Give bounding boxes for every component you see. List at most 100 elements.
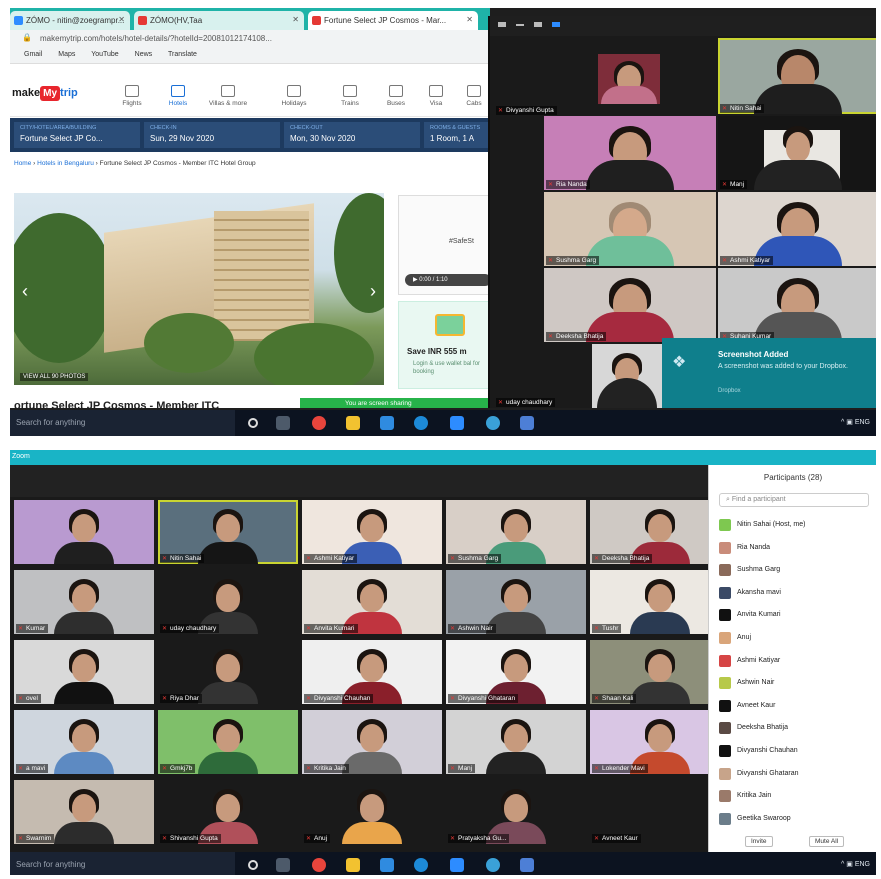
participant-row[interactable]: Avneet Kaur <box>719 698 875 716</box>
city-field[interactable]: CITY/HOTEL/AREA/BUILDING Fortune Select J… <box>14 122 140 148</box>
vscode-icon[interactable] <box>380 416 394 430</box>
edge-icon[interactable] <box>414 416 428 430</box>
breadcrumb-city[interactable]: Hotels in Bengaluru <box>37 160 94 167</box>
app-icon[interactable] <box>520 858 534 872</box>
checkout-field[interactable]: CHECK-OUT Mon, 30 Nov 2020 <box>284 122 420 148</box>
video-tile[interactable]: a mavi <box>14 710 154 774</box>
video-tile[interactable]: ovel <box>14 640 154 704</box>
invite-button[interactable]: Invite <box>745 836 773 847</box>
video-tile-active-speaker[interactable]: Nitin Sahai <box>718 38 876 114</box>
participant-row[interactable]: Ashmi Katiyar <box>719 653 875 671</box>
hotel-video[interactable]: #SafeSt ▶ 0:00 / 1:10 <box>398 195 490 295</box>
nav-hotels[interactable]: Hotels <box>156 85 200 107</box>
video-tile[interactable]: Deeksha Bhatija <box>544 268 716 342</box>
chrome-icon[interactable] <box>312 858 326 872</box>
video-tile[interactable]: Divyanshi Chauhan <box>302 640 442 704</box>
browser-tab-active[interactable]: Fortune Select JP Cosmos - Mar... ✕ <box>308 11 478 30</box>
participant-row[interactable]: Divyanshi Chauhan <box>719 743 875 761</box>
video-tile-active-speaker[interactable]: Nitin Sahai <box>158 500 298 564</box>
find-participant-input[interactable]: ⌕ Find a participant <box>719 493 869 507</box>
checkin-field[interactable]: CHECK-IN Sun, 29 Nov 2020 <box>144 122 280 148</box>
video-tile[interactable]: Ashmi Katiyar <box>718 192 876 266</box>
video-tile[interactable]: Kumar <box>14 570 154 634</box>
rooms-field[interactable]: ROOMS & GUESTS 1 Room, 1 A <box>424 122 490 148</box>
bookmark-youtube[interactable]: YouTube <box>91 51 119 58</box>
task-view-icon[interactable] <box>276 416 290 430</box>
language-indicator[interactable]: ENG <box>855 419 870 426</box>
video-tile[interactable]: Sushma Garg <box>544 192 716 266</box>
participant-row[interactable]: Akansha mavi <box>719 585 875 603</box>
video-tile[interactable]: Swarnim <box>14 780 154 844</box>
cortana-icon[interactable] <box>248 418 258 428</box>
minimize-icon[interactable] <box>498 22 506 27</box>
video-tile[interactable]: Anuj <box>302 780 442 844</box>
gallery-icon[interactable] <box>552 22 560 27</box>
video-tile[interactable]: Ria Nanda <box>544 116 716 190</box>
system-tray[interactable]: ^ ▣ ENG <box>841 418 870 426</box>
zoom-icon[interactable] <box>450 858 464 872</box>
nav-trains[interactable]: Trains <box>328 85 372 107</box>
view-icon[interactable] <box>516 24 524 26</box>
bookmark-news[interactable]: News <box>135 51 153 58</box>
browser-tab[interactable]: ZÓMO - nitin@zoegrampr... ✕ <box>10 11 130 30</box>
participant-row[interactable]: Geetika Swaroop <box>719 811 875 829</box>
taskbar-search[interactable]: Search for anything <box>10 410 235 436</box>
close-tab-icon[interactable]: ✕ <box>292 15 299 24</box>
grid-icon[interactable] <box>534 22 542 27</box>
participant-row[interactable]: Ria Nanda <box>719 540 875 558</box>
video-tile[interactable]: Sushma Garg <box>446 500 586 564</box>
video-tile[interactable]: Gmkj7b <box>158 710 298 774</box>
nav-holidays[interactable]: Holidays <box>272 85 316 107</box>
address-bar[interactable]: 🔒 makemytrip.com/hotels/hotel-details/?ho… <box>10 30 490 48</box>
edge-icon[interactable] <box>414 858 428 872</box>
video-tile[interactable]: Manj <box>446 710 586 774</box>
video-tile[interactable]: Ashmi Katiyar <box>302 500 442 564</box>
vscode-icon[interactable] <box>380 858 394 872</box>
nav-villas[interactable]: Villas & more <box>206 85 250 107</box>
chrome-icon[interactable] <box>486 858 500 872</box>
video-tile[interactable]: Anvita Kumari <box>302 570 442 634</box>
video-tile[interactable] <box>598 54 660 104</box>
app-icon[interactable] <box>520 416 534 430</box>
chevron-right-icon[interactable]: › <box>370 281 376 302</box>
participant-row[interactable]: Anvita Kumari <box>719 607 875 625</box>
video-tile[interactable]: Suhani Kumar <box>718 268 876 342</box>
bookmark-translate[interactable]: Translate <box>168 51 197 58</box>
close-tab-icon[interactable]: ✕ <box>466 15 473 24</box>
chrome-icon[interactable] <box>312 416 326 430</box>
chevron-left-icon[interactable]: ‹ <box>22 281 28 302</box>
cortana-icon[interactable] <box>248 860 258 870</box>
bookmark-gmail[interactable]: Gmail <box>24 51 42 58</box>
file-explorer-icon[interactable] <box>346 416 360 430</box>
participant-row[interactable]: Deeksha Bhatija <box>719 720 875 738</box>
video-tile[interactable]: Riya Dhar <box>158 640 298 704</box>
breadcrumb-home[interactable]: Home <box>14 160 31 167</box>
video-tile[interactable]: Ashwin Nair <box>446 570 586 634</box>
video-tile[interactable]: Pratyaksha Gu... <box>446 780 586 844</box>
system-tray[interactable]: ^ ▣ ENG <box>841 860 870 868</box>
nav-cabs[interactable]: Cabs <box>452 85 490 107</box>
participant-row[interactable]: Ashwin Nair <box>719 675 875 693</box>
dropbox-notification[interactable]: ❖ Screenshot Added A screenshot was adde… <box>662 338 876 408</box>
view-all-photos[interactable]: VIEW ALL 90 PHOTOS <box>20 373 89 381</box>
participant-row[interactable]: Nitin Sahai (Host, me) <box>719 517 875 535</box>
nav-buses[interactable]: Buses <box>374 85 418 107</box>
zoom-icon[interactable] <box>450 416 464 430</box>
task-view-icon[interactable] <box>276 858 290 872</box>
language-indicator[interactable]: ENG <box>855 861 870 868</box>
nav-flights[interactable]: Flights <box>110 85 154 107</box>
participant-row[interactable]: Kritika Jain <box>719 788 875 806</box>
video-tile[interactable]: Manj <box>718 116 876 190</box>
makemytrip-logo[interactable]: make My trip <box>12 86 78 101</box>
close-tab-icon[interactable]: ✕ <box>118 15 125 24</box>
file-explorer-icon[interactable] <box>346 858 360 872</box>
browser-tab[interactable]: ZÓMO(HV,Taa ✕ <box>134 11 304 30</box>
chrome-icon[interactable] <box>486 416 500 430</box>
taskbar-search[interactable]: Search for anything <box>10 852 235 875</box>
wallet-offer[interactable]: Save INR 555 m Login & use wallet bal fo… <box>398 301 490 389</box>
participant-row[interactable]: Sushma Garg <box>719 562 875 580</box>
video-tile[interactable]: Divyanshi Ghataran <box>446 640 586 704</box>
video-tile[interactable]: Shivanshi Gupta <box>158 780 298 844</box>
video-tile[interactable] <box>14 500 154 564</box>
participant-row[interactable]: Anuj <box>719 630 875 648</box>
